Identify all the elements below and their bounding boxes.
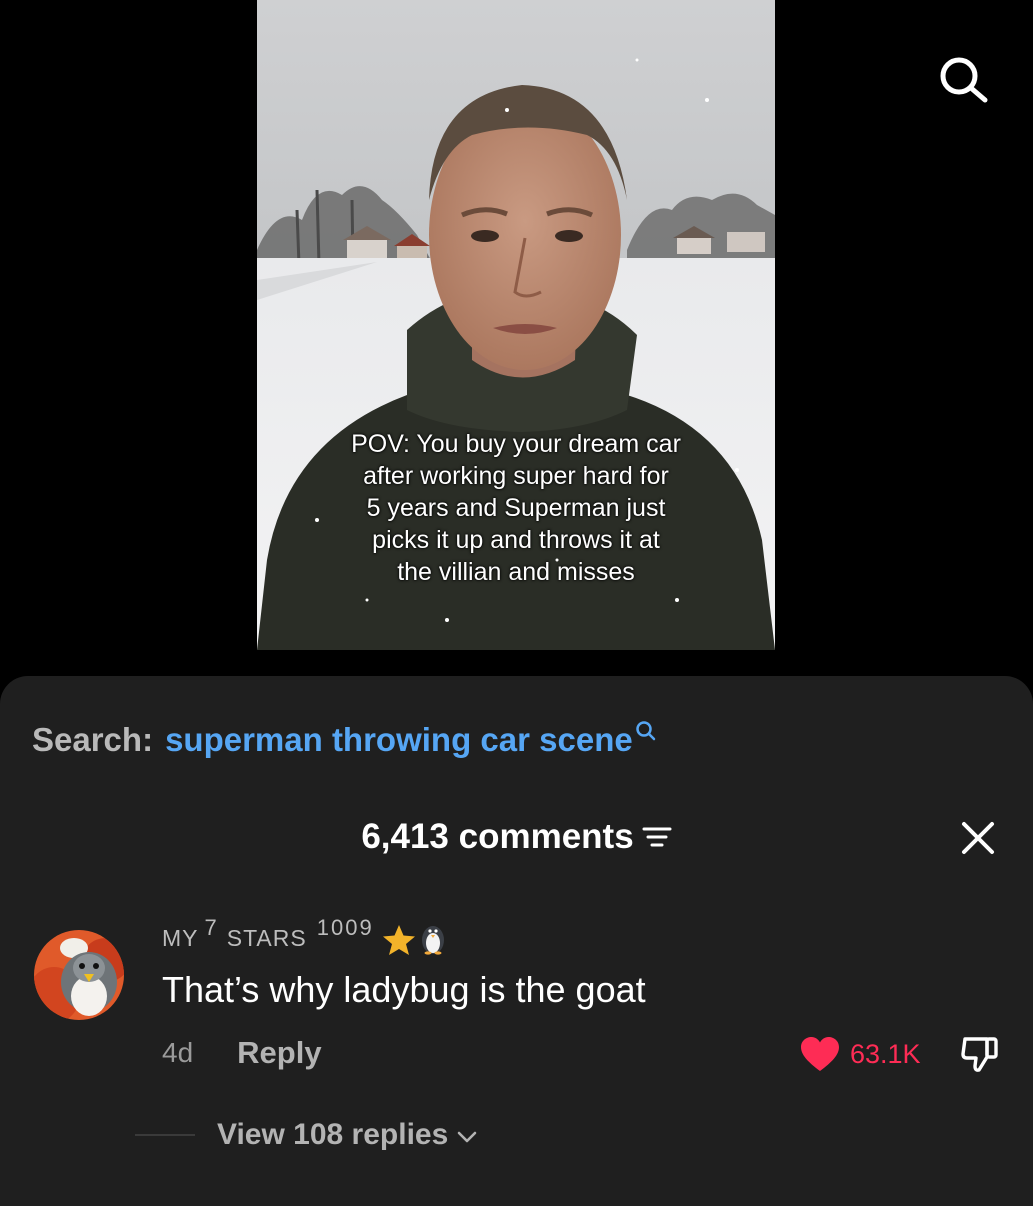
caption-line: picks it up and throws it at [372, 526, 660, 554]
comment-timestamp: 4d [162, 1037, 194, 1068]
like-button[interactable]: 63.1K [800, 1030, 921, 1078]
filter-icon[interactable] [642, 824, 672, 850]
username-superscript: 7 [204, 915, 217, 940]
search-suggestion-prefix: Search: [32, 721, 154, 758]
caption-line: 5 years and Superman just [366, 494, 666, 522]
username-superscript: 1009 [316, 915, 374, 940]
comment-username[interactable]: MY 7 STARS 1009 [162, 915, 448, 960]
search-suggestion[interactable]: Search: superman throwing car scene [32, 716, 657, 764]
view-replies-label: View 108 replies [217, 1118, 449, 1151]
dislike-button[interactable] [956, 1030, 1004, 1078]
video-caption: POV: You buy your dream car after workin… [257, 428, 775, 588]
top-search-button[interactable] [930, 52, 994, 108]
caption-line: after working super hard for [363, 462, 669, 490]
thumbs-down-icon [961, 1037, 998, 1072]
view-replies-button[interactable]: View 108 replies [135, 1112, 478, 1158]
username-part: STARS [226, 924, 307, 951]
comment-text: That’s why ladybug is the goat [162, 969, 646, 1010]
video-player[interactable]: POV: You buy your dream car after workin… [257, 0, 775, 650]
like-count: 63.1K [850, 1038, 921, 1069]
comments-header: 6,413 comments [0, 812, 1033, 862]
search-suggestion-term[interactable]: superman throwing car scene [165, 721, 633, 759]
chevron-down-icon [457, 1131, 477, 1143]
avatar-image [34, 930, 124, 1020]
caption-line: the villian and misses [397, 558, 635, 586]
username-part: MY [162, 924, 199, 951]
search-icon [635, 721, 655, 741]
search-icon [940, 57, 988, 103]
replies-divider [135, 1134, 195, 1136]
close-comments-button[interactable] [952, 812, 1004, 864]
comments-count: 6,413 comments [361, 817, 634, 856]
caption-line: POV: You buy your dream car [351, 430, 681, 458]
heart-icon [801, 1037, 839, 1071]
close-icon [962, 822, 994, 854]
penguin-icon [421, 926, 444, 955]
avatar[interactable] [34, 930, 124, 1020]
comment-meta: 4d Reply [162, 1030, 322, 1076]
reply-button[interactable]: Reply [237, 1035, 321, 1071]
star-icon [382, 925, 415, 955]
